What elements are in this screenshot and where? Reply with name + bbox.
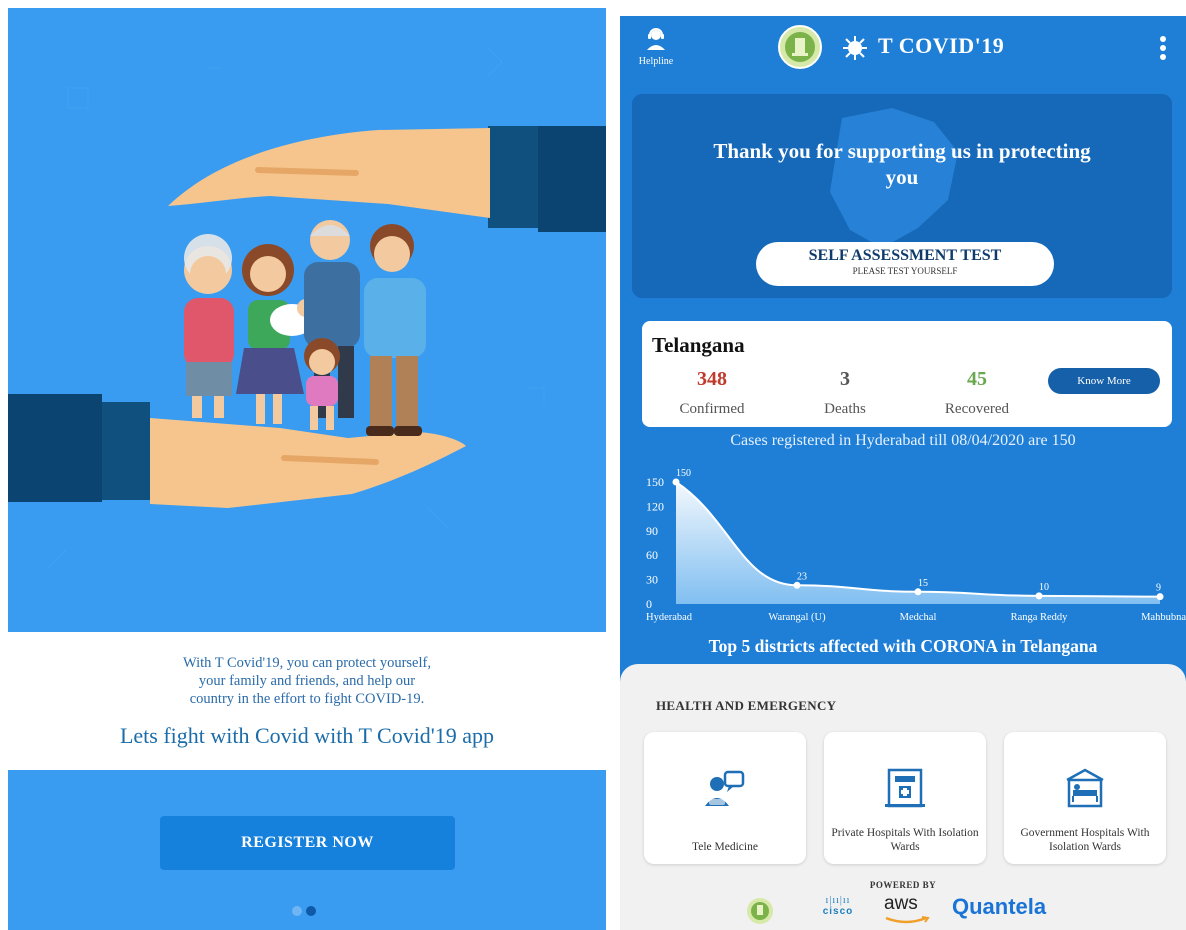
onboarding-screen: With T Covid'19, you can protect yoursel…	[8, 8, 606, 930]
y-tick-label: 90	[646, 524, 658, 538]
description-line-1: With T Covid'19, you can protect yoursel…	[183, 655, 431, 671]
deaths-count: 3	[840, 368, 850, 390]
cisco-logo: ı|ıı|ıı cisco	[810, 895, 866, 918]
headset-person-icon	[647, 28, 665, 50]
health-emergency-section: HEALTH AND EMERGENCY Tele Medicine Priva…	[620, 664, 1186, 930]
health-section-title: HEALTH AND EMERGENCY	[656, 698, 837, 713]
app-header: Helpline T COVID'19	[620, 16, 1186, 78]
y-tick-label: 30	[646, 573, 658, 587]
thank-you-message: Thank you for supporting us in protectin…	[632, 138, 1172, 190]
data-point	[1156, 593, 1164, 601]
page-indicator	[292, 906, 316, 916]
onboarding-text-panel: With T Covid'19, you can protect yoursel…	[8, 632, 606, 770]
support-banner: Thank you for supporting us in protectin…	[632, 94, 1172, 298]
register-now-button[interactable]: REGISTER NOW	[160, 816, 455, 870]
know-more-button[interactable]: Know More	[1048, 368, 1160, 394]
page-dot-2[interactable]	[306, 906, 316, 916]
app-title: T COVID'19	[878, 33, 1005, 58]
data-label: 9	[1156, 583, 1161, 594]
y-tick-label: 0	[646, 597, 652, 611]
quantela-logo: Quantela	[952, 894, 1047, 919]
cases-note: Cases registered in Hyderabad till 08/04…	[730, 432, 1076, 449]
y-tick-label: 60	[646, 548, 658, 562]
data-label: 150	[676, 468, 691, 479]
cisco-bars-icon: ı|ıı|ıı	[825, 895, 851, 906]
state-stats-card: Telangana 348 Confirmed 3 Deaths 45 Reco…	[642, 321, 1172, 427]
hospital-building-icon	[885, 768, 925, 808]
x-category-label: Warangal (U)	[768, 612, 826, 623]
data-point	[914, 588, 922, 596]
cisco-wordmark: cisco	[822, 906, 854, 917]
confirmed-count: 348	[697, 368, 727, 390]
confirmed-label: Confirmed	[679, 401, 745, 417]
recovered-label: Recovered	[944, 401, 1010, 417]
x-category-label: Medchal	[900, 612, 937, 623]
y-tick-label: 150	[646, 475, 664, 489]
more-options-icon[interactable]	[1156, 36, 1170, 62]
data-label: 23	[797, 571, 807, 582]
page-dot-1[interactable]	[292, 906, 302, 916]
helpline-label: Helpline	[638, 56, 674, 67]
recovered-count: 45	[967, 368, 987, 390]
self-assessment-button[interactable]: SELF ASSESSMENT TEST PLEASE TEST YOURSEL…	[756, 242, 1054, 286]
family-icon	[184, 220, 426, 436]
chart-caption: Top 5 districts affected with CORONA in …	[708, 636, 1098, 656]
tele-medicine-card[interactable]: Tele Medicine	[644, 732, 806, 864]
data-point	[793, 581, 801, 589]
hospital-bed-icon	[1066, 768, 1104, 808]
telangana-emblem-logo	[747, 898, 773, 924]
government-hospitals-card[interactable]: Government Hospitals With Isolation Ward…	[1004, 732, 1166, 864]
x-category-label: Hyderabad	[646, 612, 693, 623]
hero-illustration	[8, 8, 606, 632]
powered-by-label: POWERED BY	[869, 880, 937, 890]
doctor-chat-icon	[705, 770, 745, 806]
private-hospitals-label: Private Hospitals With Isolation Wards	[831, 827, 979, 853]
data-point	[672, 478, 680, 486]
aws-logo: aws	[884, 893, 918, 914]
district-cases-chart: 0 30 60 90 120 150 150 23 15 10 9 Hyderabad Warang…	[646, 468, 1186, 623]
deaths-label: Deaths	[824, 401, 866, 417]
tele-medicine-label: Tele Medicine	[692, 841, 758, 853]
onboarding-footer: REGISTER NOW	[8, 770, 606, 930]
government-hospitals-label: Government Hospitals With Isolation Ward…	[1020, 827, 1150, 853]
description-line-3: country in the effort to fight COVID-19.	[189, 691, 425, 707]
self-assessment-subtitle: PLEASE TEST YOURSELF	[852, 266, 958, 276]
data-label: 15	[918, 578, 928, 589]
description-line-2: your family and friends, and help our	[198, 673, 416, 689]
thank-you-text: Thank you for supporting us in protectin…	[713, 139, 1091, 189]
x-category-label: Mahbubna	[1141, 612, 1186, 623]
tagline: Lets fight with Covid with T Covid'19 ap…	[119, 723, 495, 748]
family-protection-illustration	[8, 47, 606, 569]
virus-icon	[843, 36, 867, 60]
data-label: 10	[1039, 582, 1049, 593]
state-name: Telangana	[652, 333, 745, 357]
helpline-button[interactable]: Helpline	[632, 26, 680, 67]
x-category-label: Ranga Reddy	[1011, 612, 1069, 623]
aws-smile-icon	[885, 916, 930, 924]
self-assessment-title: SELF ASSESSMENT TEST	[808, 247, 1002, 264]
dashboard-screen: Helpline T COVID'19 Thank you for suppor…	[620, 16, 1186, 930]
data-point	[1035, 592, 1043, 600]
private-hospitals-card[interactable]: Private Hospitals With Isolation Wards	[824, 732, 986, 864]
y-tick-label: 120	[646, 499, 664, 513]
government-emblem-logo	[778, 25, 822, 69]
